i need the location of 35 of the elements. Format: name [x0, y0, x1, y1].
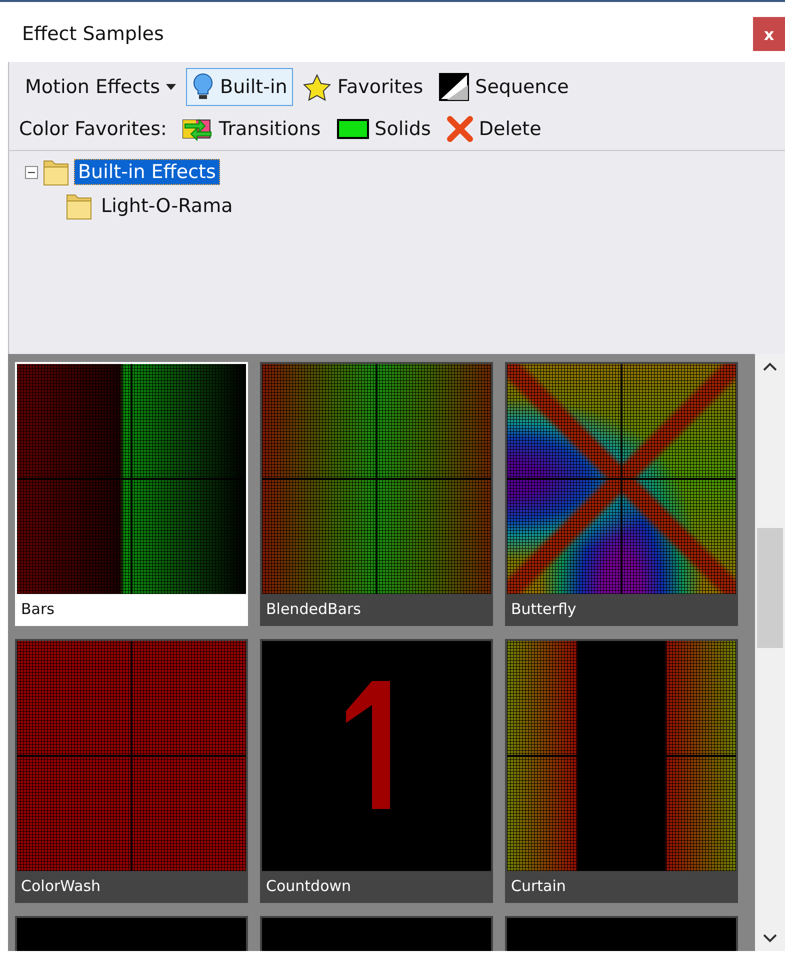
effect-name: Butterfly — [510, 599, 578, 620]
toolbar-button[interactable]: Transitions — [174, 111, 327, 147]
effect-name: ColorWash — [20, 876, 102, 897]
tree-item[interactable]: Light-O-Rama — [97, 193, 237, 219]
toolbar-button[interactable]: Sequence — [433, 68, 575, 106]
lightbulb-icon — [192, 73, 214, 101]
effect-tile[interactable]: BlendedBars — [260, 362, 493, 626]
motion-effects-dropdown[interactable]: Motion Effects — [19, 71, 182, 103]
tree-item[interactable]: Built-in Effects — [74, 159, 220, 185]
effect-name: Countdown — [265, 876, 352, 897]
effect-tile[interactable]: Butterfly — [505, 362, 738, 626]
collapse-icon[interactable] — [25, 166, 38, 178]
toolbar-button[interactable]: Built-in — [186, 68, 294, 106]
star-icon — [303, 74, 332, 100]
toolbar-button[interactable]: Favorites — [297, 68, 430, 106]
effect-tile[interactable]: Countdown — [260, 639, 493, 903]
toolbar-button[interactable]: Solids — [330, 113, 437, 145]
sequence-icon — [439, 73, 470, 101]
effect-name: Curtain — [510, 876, 567, 897]
effect-tile[interactable]: ColorWash — [15, 639, 248, 903]
transitions-icon — [180, 116, 213, 142]
scroll-up-icon[interactable] — [763, 362, 777, 371]
scroll-down-icon[interactable] — [763, 934, 777, 943]
toolbar-button[interactable]: Delete — [440, 111, 548, 147]
color-favorites-label: Color Favorites: — [19, 118, 167, 140]
scrollbar-thumb[interactable] — [757, 528, 783, 648]
swatch-icon — [336, 119, 369, 139]
window-title: Effect Samples — [22, 23, 164, 45]
effect-tile[interactable]: Bars — [15, 362, 248, 626]
delete-icon — [446, 116, 473, 142]
effect-name: Bars — [20, 599, 56, 620]
effect-tile[interactable]: Curtain — [505, 639, 738, 903]
effect-name: BlendedBars — [265, 599, 362, 620]
close-button[interactable]: x — [753, 17, 785, 51]
caret-icon — [166, 84, 176, 90]
